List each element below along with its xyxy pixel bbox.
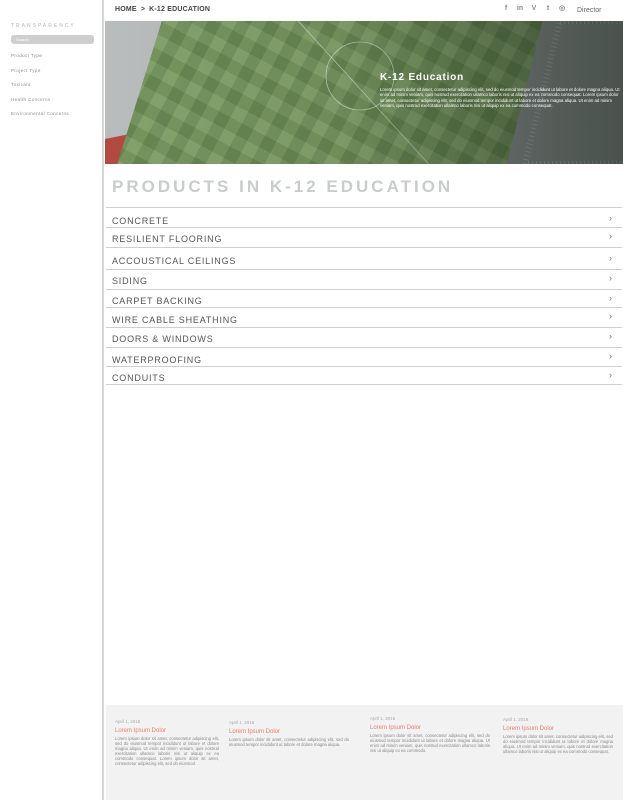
product-label: ACCOUSTICAL CEILINGS	[112, 256, 237, 266]
hero-description: Lorem ipsum dolor sit amet, consectetur …	[380, 87, 620, 109]
instagram-icon[interactable]: ◎	[558, 5, 566, 13]
product-item-wire-cable-sheathing[interactable]: WIRE CABLE SHEATHING ›	[106, 307, 622, 327]
product-item-resilient-flooring[interactable]: RESILIENT FLOORING ›	[106, 227, 622, 247]
top-bar: HOME > K-12 EDUCATION f in V t ◎ Director	[106, 0, 623, 21]
post-date: April 1, 2016	[503, 717, 529, 722]
product-label: CARPET BACKING	[112, 296, 203, 306]
chevron-right-icon: ›	[609, 331, 612, 341]
breadcrumb: HOME > K-12 EDUCATION	[115, 6, 210, 13]
social-links: f in V t ◎	[502, 5, 566, 13]
chevron-right-icon: ›	[609, 311, 612, 321]
chevron-right-icon: ›	[609, 253, 612, 263]
twitter-icon[interactable]: t	[544, 5, 552, 13]
director-link[interactable]: Director	[577, 7, 602, 14]
product-label: CONCRETE	[112, 216, 169, 226]
breadcrumb-current: K-12 EDUCATION	[149, 6, 211, 13]
sidebar-item-environmental-concerns[interactable]: Environmental Concerns	[11, 110, 69, 125]
chevron-right-icon: ›	[609, 273, 612, 283]
news-post: April 1, 2016 Lorem Ipsum Dolor Lorem ip…	[115, 719, 219, 766]
sidebar-item-health-concerns[interactable]: Health Concerns	[11, 96, 69, 111]
product-label: CONDUITS	[112, 373, 166, 383]
product-label: WATERPROOFING	[112, 355, 202, 365]
chevron-right-icon: ›	[609, 370, 612, 380]
chevron-right-icon: ›	[609, 293, 612, 303]
post-title-link[interactable]: Lorem Ipsum Dolor	[229, 729, 349, 735]
product-item-waterproofing[interactable]: WATERPROOFING ›	[106, 347, 622, 366]
news-post: April 1, 2016 Lorem Ipsum Dolor Lorem ip…	[229, 720, 349, 747]
hero-banner: K-12 Education Lorem ipsum dolor sit ame…	[105, 21, 623, 164]
product-item-accoustical-ceilings[interactable]: ACCOUSTICAL CEILINGS ›	[106, 247, 622, 269]
post-title-link[interactable]: Lorem Ipsum Dolor	[503, 726, 613, 732]
product-label: SIDING	[112, 276, 148, 286]
breadcrumb-separator: >	[140, 6, 146, 13]
post-date: April 1, 2016	[229, 720, 255, 725]
product-label: WIRE CABLE SHEATHING	[112, 315, 238, 325]
news-post: April 1, 2016 Lorem Ipsum Dolor Lorem ip…	[503, 717, 613, 754]
post-excerpt: Lorem ipsum dolor sit amet, consectetur …	[370, 733, 490, 753]
chevron-right-icon: ›	[609, 213, 612, 223]
hero-title: K-12 Education	[380, 72, 464, 83]
product-label: RESILIENT FLOORING	[112, 234, 223, 244]
sidebar-item-toxicant[interactable]: Toxicant	[11, 81, 69, 96]
sidebar-item-product-type[interactable]: Product Type	[11, 52, 69, 67]
product-item-concrete[interactable]: CONCRETE ›	[106, 207, 622, 227]
news-post: April 1, 2016 Lorem Ipsum Dolor Lorem ip…	[370, 716, 490, 753]
product-item-carpet-backing[interactable]: CARPET BACKING ›	[106, 289, 622, 307]
post-excerpt: Lorem ipsum dolor sit amet, consectetur …	[115, 736, 219, 766]
product-label: DOORS & WINDOWS	[112, 334, 214, 344]
products-heading: PRODUCTS IN K-12 EDUCATION	[112, 177, 454, 196]
facebook-icon[interactable]: f	[502, 5, 510, 13]
post-title-link[interactable]: Lorem Ipsum Dolor	[370, 725, 490, 731]
footer: April 1, 2016 Lorem Ipsum Dolor Lorem ip…	[106, 705, 623, 800]
sidebar: TRANSPARENCY Product Type Project Type T…	[0, 0, 104, 800]
product-item-doors-windows[interactable]: DOORS & WINDOWS ›	[106, 327, 622, 347]
product-item-conduits[interactable]: CONDUITS ›	[106, 366, 622, 385]
post-excerpt: Lorem ipsum dolor sit amet, consectetur …	[229, 737, 349, 747]
sidebar-item-project-type[interactable]: Project Type	[11, 67, 69, 82]
product-list: CONCRETE › RESILIENT FLOORING › ACCOUSTI…	[106, 207, 622, 385]
post-excerpt: Lorem ipsum dolor sit amet, consectetur …	[503, 734, 613, 754]
chevron-right-icon: ›	[609, 351, 612, 361]
linkedin-icon[interactable]: in	[516, 5, 524, 13]
breadcrumb-home-link[interactable]: HOME	[115, 6, 137, 13]
product-item-siding[interactable]: SIDING ›	[106, 269, 622, 289]
chevron-right-icon: ›	[609, 231, 612, 241]
sidebar-nav: Product Type Project Type Toxicant Healt…	[11, 52, 69, 125]
search-input[interactable]	[11, 35, 94, 44]
post-date: April 1, 2016	[115, 719, 141, 724]
post-title-link[interactable]: Lorem Ipsum Dolor	[115, 728, 219, 734]
post-date: April 1, 2016	[370, 716, 396, 721]
brand-logo[interactable]: TRANSPARENCY	[11, 23, 76, 29]
vimeo-icon[interactable]: V	[530, 5, 538, 13]
